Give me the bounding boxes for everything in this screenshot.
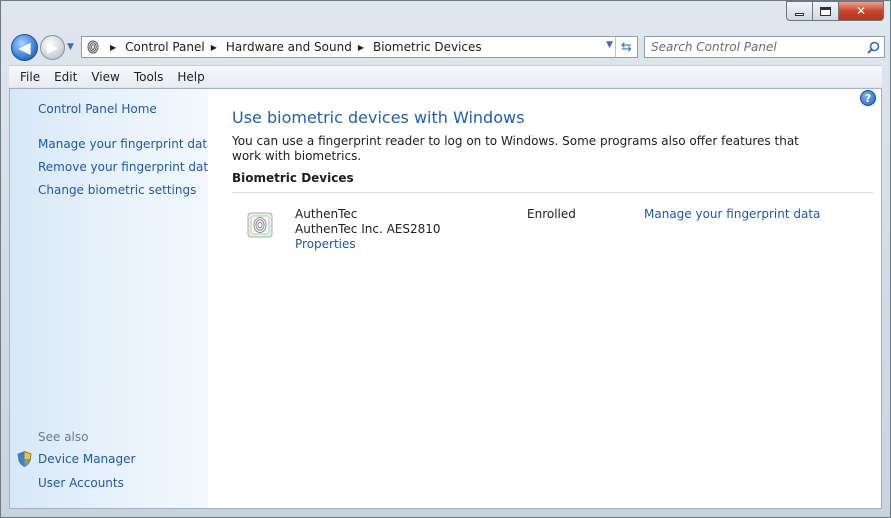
breadcrumb-separator-icon[interactable]: ▶ <box>358 43 364 52</box>
breadcrumb-separator-icon[interactable]: ▶ <box>110 43 116 52</box>
back-button[interactable]: ◀ <box>11 34 38 61</box>
window-controls: ✕ <box>786 1 884 21</box>
page-description: You can use a fingerprint reader to log … <box>232 134 799 163</box>
menu-help[interactable]: Help <box>170 70 211 84</box>
breadcrumb-separator-icon[interactable]: ▶ <box>211 43 217 52</box>
search-icon[interactable] <box>862 41 884 54</box>
device-properties-link[interactable]: Properties <box>295 237 356 251</box>
minimize-icon <box>795 12 804 16</box>
search-input[interactable] <box>645 40 862 54</box>
device-name: AuthenTec <box>295 207 358 221</box>
remove-fingerprint-link[interactable]: Remove your fingerprint data <box>38 160 215 174</box>
breadcrumb-hardware-and-sound[interactable]: Hardware and Sound <box>226 40 352 54</box>
address-bar[interactable]: ▶ Control Panel ▶ Hardware and Sound ▶ B… <box>81 36 638 58</box>
help-icon[interactable]: ? <box>860 90 876 106</box>
fingerprint-icon <box>82 37 104 57</box>
menu-tools[interactable]: Tools <box>127 70 171 84</box>
maximize-icon <box>820 6 831 16</box>
breadcrumb-biometric-devices[interactable]: Biometric Devices <box>373 40 482 54</box>
uac-shield-icon <box>17 451 32 470</box>
navigation-bar: ◀ ▶ ▼ ▶ Control Panel ▶ Hardware and Sou… <box>9 32 885 62</box>
section-heading: Biometric Devices <box>232 171 354 185</box>
device-manage-fingerprint-link[interactable]: Manage your fingerprint data <box>644 207 820 221</box>
forward-arrow-icon: ▶ <box>47 39 58 56</box>
change-biometric-settings-link[interactable]: Change biometric settings <box>38 183 196 197</box>
user-accounts-link[interactable]: User Accounts <box>38 476 124 490</box>
search-box[interactable] <box>644 36 885 58</box>
see-also-label: See also <box>38 430 89 444</box>
refresh-icon: ⇆ <box>621 39 632 55</box>
back-arrow-icon: ◀ <box>18 38 31 57</box>
device-model: AuthenTec Inc. AES2810 <box>295 222 441 236</box>
minimize-button[interactable] <box>786 1 813 21</box>
fingerprint-reader-icon[interactable] <box>244 210 276 243</box>
forward-button[interactable]: ▶ <box>40 35 65 60</box>
content-area: Control Panel Home Manage your fingerpri… <box>9 88 882 509</box>
page-title: Use biometric devices with Windows <box>232 108 525 127</box>
menu-bar: File Edit View Tools Help <box>9 65 882 87</box>
explorer-window: ✕ ◀ ▶ ▼ ▶ Control Panel ▶ Hardware and S… <box>0 0 891 518</box>
device-status: Enrolled <box>527 207 576 221</box>
close-icon: ✕ <box>855 4 867 18</box>
maximize-button[interactable] <box>813 1 839 21</box>
manage-fingerprint-link[interactable]: Manage your fingerprint data <box>38 137 214 151</box>
recent-pages-dropdown[interactable]: ▼ <box>67 42 77 52</box>
refresh-button[interactable]: ⇆ <box>615 37 637 57</box>
menu-view[interactable]: View <box>84 70 126 84</box>
address-dropdown-icon[interactable]: ▼ <box>606 40 613 50</box>
main-panel: ? Use biometric devices with Windows You… <box>208 89 881 508</box>
menu-file[interactable]: File <box>13 70 47 84</box>
section-divider <box>232 192 873 193</box>
menu-edit[interactable]: Edit <box>47 70 84 84</box>
close-button[interactable]: ✕ <box>839 1 884 21</box>
task-sidebar: Control Panel Home Manage your fingerpri… <box>10 89 215 508</box>
device-manager-link[interactable]: Device Manager <box>38 452 135 466</box>
breadcrumb-control-panel[interactable]: Control Panel <box>125 40 205 54</box>
control-panel-home-link[interactable]: Control Panel Home <box>38 102 157 116</box>
